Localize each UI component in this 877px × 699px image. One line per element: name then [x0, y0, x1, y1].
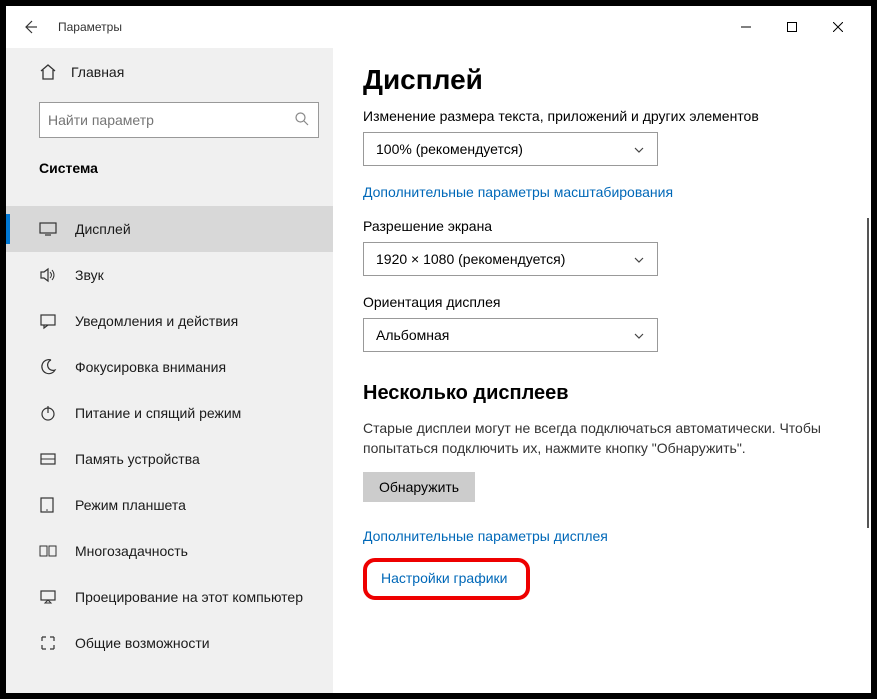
page-title: Дисплей — [363, 64, 851, 96]
sidebar-item-power[interactable]: Питание и спящий режим — [6, 390, 333, 436]
scrollbar[interactable] — [867, 218, 869, 528]
message-icon — [39, 312, 57, 330]
sidebar-home-label: Главная — [71, 64, 124, 80]
home-icon — [39, 63, 57, 81]
shared-icon — [39, 634, 57, 652]
sidebar-home[interactable]: Главная — [6, 52, 333, 92]
search-input[interactable] — [48, 112, 294, 128]
close-button[interactable] — [815, 11, 861, 43]
sidebar-item-sound[interactable]: Звук — [6, 252, 333, 298]
sidebar-item-label: Память устройства — [75, 451, 200, 467]
advanced-display-link[interactable]: Дополнительные параметры дисплея — [363, 528, 608, 544]
resolution-value: 1920 × 1080 (рекомендуется) — [376, 251, 565, 267]
sidebar-item-shared[interactable]: Общие возможности — [6, 620, 333, 666]
sidebar-item-label: Питание и спящий режим — [75, 405, 241, 421]
orientation-label: Ориентация дисплея — [363, 294, 851, 310]
search-icon — [294, 111, 310, 130]
storage-icon — [39, 450, 57, 468]
minimize-button[interactable] — [723, 11, 769, 43]
sidebar-item-notifications[interactable]: Уведомления и действия — [6, 298, 333, 344]
orientation-value: Альбомная — [376, 327, 449, 343]
detect-button[interactable]: Обнаружить — [363, 472, 475, 502]
sidebar-item-focus[interactable]: Фокусировка внимания — [6, 344, 333, 390]
multiple-displays-text: Старые дисплеи могут не всегда подключат… — [363, 419, 833, 458]
sidebar-item-label: Многозадачность — [75, 543, 188, 559]
scale-value: 100% (рекомендуется) — [376, 141, 523, 157]
sidebar-section-title: Система — [6, 160, 333, 176]
multiple-displays-heading: Несколько дисплеев — [363, 382, 851, 405]
chevron-down-icon — [633, 329, 645, 341]
scale-label: Изменение размера текста, приложений и д… — [363, 108, 851, 124]
content-pane: Дисплей Изменение размера текста, прилож… — [333, 48, 871, 693]
chevron-down-icon — [633, 143, 645, 155]
resolution-label: Разрешение экрана — [363, 218, 851, 234]
back-button[interactable] — [16, 13, 44, 41]
search-box[interactable] — [39, 102, 319, 138]
chevron-down-icon — [633, 253, 645, 265]
project-icon — [39, 588, 57, 606]
resolution-dropdown[interactable]: 1920 × 1080 (рекомендуется) — [363, 242, 658, 276]
sidebar-item-label: Уведомления и действия — [75, 313, 238, 329]
sidebar-item-label: Фокусировка внимания — [75, 359, 226, 375]
sidebar-item-projecting[interactable]: Проецирование на этот компьютер — [6, 574, 333, 620]
sidebar-item-label: Общие возможности — [75, 635, 210, 651]
multitasking-icon — [39, 542, 57, 560]
graphics-settings-link[interactable]: Настройки графики — [381, 570, 508, 586]
sidebar-item-storage[interactable]: Память устройства — [6, 436, 333, 482]
orientation-dropdown[interactable]: Альбомная — [363, 318, 658, 352]
sidebar-item-tablet[interactable]: Режим планшета — [6, 482, 333, 528]
sidebar-item-label: Дисплей — [75, 221, 131, 237]
speaker-icon — [39, 266, 57, 284]
moon-icon — [39, 358, 57, 376]
sidebar: Главная Система Дисплей — [6, 48, 333, 693]
sidebar-item-display[interactable]: Дисплей — [6, 206, 333, 252]
sidebar-item-label: Звук — [75, 267, 104, 283]
scale-dropdown[interactable]: 100% (рекомендуется) — [363, 132, 658, 166]
monitor-icon — [39, 220, 57, 238]
sidebar-item-label: Режим планшета — [75, 497, 186, 513]
sidebar-item-multitasking[interactable]: Многозадачность — [6, 528, 333, 574]
tablet-icon — [39, 496, 57, 514]
power-icon — [39, 404, 57, 422]
sidebar-item-label: Проецирование на этот компьютер — [75, 589, 303, 605]
highlight-annotation: Настройки графики — [363, 558, 530, 600]
maximize-button[interactable] — [769, 11, 815, 43]
advanced-scaling-link[interactable]: Дополнительные параметры масштабирования — [363, 184, 851, 200]
window-title: Параметры — [58, 20, 122, 34]
